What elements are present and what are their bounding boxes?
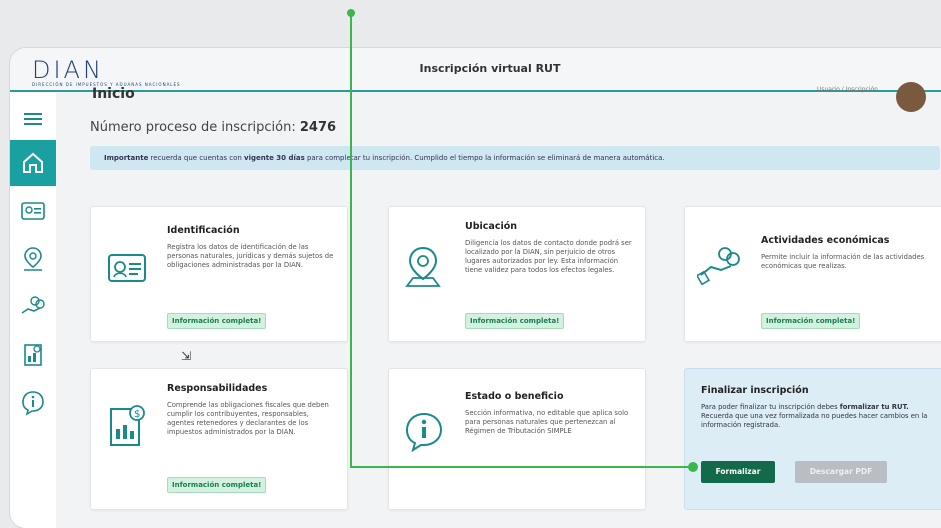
card-identificacion[interactable]: Identificación Registra los datos de ide… <box>90 206 348 342</box>
important-notice: Importante recuerda que cuentas con vige… <box>90 146 940 170</box>
id-card-icon <box>107 253 147 287</box>
app-window: DIAN DIRECCIÓN DE IMPUESTOS Y ADUANAS NA… <box>10 48 941 528</box>
finalize-title: Finalizar inscripción <box>701 385 809 396</box>
card-title: Responsabilidades <box>167 383 268 394</box>
location-icon <box>403 245 443 293</box>
card-title: Actividades económicas <box>761 235 890 246</box>
status-badge: Información completa! <box>167 477 267 493</box>
svg-text:$: $ <box>134 409 140 420</box>
finalize-description: Para poder finalizar tu inscripción debe… <box>701 403 929 430</box>
finalize-text: Para poder finalizar tu inscripción debe… <box>701 403 840 411</box>
finalize-bold: formalizar tu RUT. <box>839 403 909 411</box>
card-description: Diligencia los datos de contacto donde p… <box>465 239 632 274</box>
card-responsabilidades[interactable]: $ Responsabilidades Comprende las obliga… <box>90 368 348 510</box>
card-description: Comprende las obligaciones fiscales que … <box>167 401 329 436</box>
card-title: Estado o beneficio <box>465 391 564 402</box>
info-icon[interactable] <box>10 380 56 426</box>
status-badge: Información completa! <box>167 313 267 329</box>
sidebar <box>10 92 57 528</box>
finalize-panel: Finalizar inscripción Para poder finaliz… <box>684 368 941 510</box>
menu-icon[interactable] <box>10 96 56 142</box>
home-icon[interactable] <box>10 140 56 186</box>
card-title: Identificación <box>167 225 240 236</box>
formalizar-button[interactable]: Formalizar <box>701 461 775 483</box>
notice-bold: Importante <box>104 154 149 162</box>
card-description: Sección informativa, no editable que apl… <box>465 409 629 435</box>
page-title: Inicio <box>92 86 135 102</box>
notice-text: recuerda que cuentas con <box>148 154 245 162</box>
document-icon: $ <box>105 403 149 455</box>
main-content: Inicio Usuario / Inscripción Número proc… <box>56 82 941 528</box>
avatar[interactable] <box>896 82 926 112</box>
user-info: Usuario / Inscripción <box>816 86 878 93</box>
top-bar: DIAN DIRECCIÓN DE IMPUESTOS Y ADUANAS NA… <box>10 48 941 92</box>
document-icon[interactable] <box>10 332 56 378</box>
card-title: Ubicación <box>465 221 517 232</box>
card-estado-beneficio[interactable]: Estado o beneficio Sección informativa, … <box>388 368 646 510</box>
economic-icon[interactable] <box>10 284 56 330</box>
card-description: Registra los datos de identificación de … <box>167 243 334 269</box>
app-title: Inscripción virtual RUT <box>419 62 561 75</box>
mouse-cursor-icon: ⇲ <box>181 349 192 363</box>
info-icon <box>403 411 445 457</box>
process-number: Número proceso de inscripción: 2476 <box>90 120 336 135</box>
economic-icon <box>695 245 743 289</box>
status-badge: Información completa! <box>761 313 861 329</box>
process-label: Número proceso de inscripción: <box>90 120 296 135</box>
process-value: 2476 <box>299 120 337 135</box>
card-description: Permite incluir la información de las ac… <box>761 253 925 270</box>
download-pdf-button[interactable]: Descargar PDF <box>795 461 887 483</box>
card-ubicacion[interactable]: Ubicación Diligencia los datos de contac… <box>388 206 646 342</box>
location-icon[interactable] <box>10 236 56 282</box>
card-actividades-economicas[interactable]: Actividades económicas Permite incluir l… <box>684 206 941 342</box>
status-badge: Información completa! <box>465 313 565 329</box>
id-card-icon[interactable] <box>10 188 56 234</box>
finalize-text-end: Recuerda que una vez formalizada no pued… <box>701 412 928 429</box>
notice-days: vigente 30 días <box>244 154 305 162</box>
notice-text-end: para completar tu inscripción. Cumplido … <box>304 154 665 162</box>
